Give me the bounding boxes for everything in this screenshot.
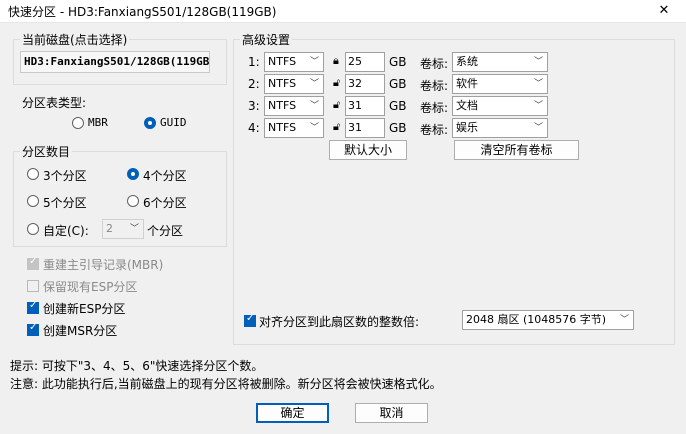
row-3-volume-caption: 卷标: bbox=[420, 101, 449, 115]
align-partitions-checkbox[interactable] bbox=[244, 313, 256, 327]
custom-partitions-label: 自定(C): bbox=[43, 224, 89, 238]
row-1-fs-value: NTFS bbox=[268, 55, 297, 68]
lock-open-icon[interactable]: 🔓︎ bbox=[333, 121, 344, 133]
keep-esp-label: 保留现有ESP分区 bbox=[43, 280, 138, 294]
row-4-fs-value: NTFS bbox=[268, 121, 297, 134]
ok-button[interactable]: 确定 bbox=[256, 403, 329, 423]
row-2-index: 2: bbox=[248, 77, 260, 91]
chevron-down-icon: ﹀ bbox=[533, 123, 543, 133]
warning-text: 注意: 此功能执行后,当前磁盘上的现有分区将被删除。新分区将会被快速格式化。 bbox=[10, 377, 442, 391]
custom-count-select[interactable]: 2 ﹀ bbox=[102, 219, 144, 239]
row-4-unit: GB bbox=[389, 121, 407, 135]
current-disk-legend: 当前磁盘(点击选择) bbox=[22, 33, 128, 47]
chevron-down-icon: ﹀ bbox=[533, 57, 543, 67]
chevron-down-icon: ﹀ bbox=[533, 101, 543, 111]
row-3-size-input[interactable]: 31 bbox=[345, 96, 385, 116]
row-3-volume-select[interactable]: 文档 ﹀ bbox=[452, 96, 548, 116]
guid-radio[interactable] bbox=[144, 117, 156, 129]
radio-4-partitions[interactable] bbox=[127, 168, 139, 180]
row-3-fs-select[interactable]: NTFS ﹀ bbox=[264, 96, 324, 116]
row-4-size-input[interactable]: 31 bbox=[345, 118, 385, 138]
alignment-value: 2048 扇区 (1048576 字节) bbox=[466, 313, 607, 326]
window-title: 快速分区 - HD3:FanxiangS501/128GB(119GB) bbox=[8, 5, 277, 19]
row-3-index: 3: bbox=[248, 99, 260, 113]
row-1-volume-caption: 卷标: bbox=[420, 57, 449, 71]
default-size-button[interactable]: 默认大小 bbox=[329, 140, 407, 160]
row-1-size-input[interactable]: 25 bbox=[345, 52, 385, 72]
row-2-volume-caption: 卷标: bbox=[420, 79, 449, 93]
alignment-select[interactable]: 2048 扇区 (1048576 字节) ﹀ bbox=[462, 310, 634, 330]
chevron-down-icon: ﹀ bbox=[533, 79, 543, 89]
row-1-volume-value: 系统 bbox=[456, 55, 478, 68]
row-1-fs-select[interactable]: NTFS ﹀ bbox=[264, 52, 324, 72]
mbr-radio-label: MBR bbox=[88, 116, 108, 129]
chevron-down-icon: ﹀ bbox=[309, 57, 319, 67]
rebuild-mbr-label: 重建主引导记录(MBR) bbox=[43, 258, 164, 272]
advanced-settings-legend: 高级设置 bbox=[242, 33, 291, 47]
row-4-volume-select[interactable]: 娱乐 ﹀ bbox=[452, 118, 548, 138]
align-partitions-label: 对齐分区到此扇区数的整数倍: bbox=[259, 315, 420, 329]
row-2-volume-value: 软件 bbox=[456, 77, 478, 90]
chevron-down-icon: ﹀ bbox=[309, 79, 319, 89]
guid-radio-label: GUID bbox=[160, 116, 187, 129]
row-1-unit: GB bbox=[389, 55, 407, 69]
row-2-volume-select[interactable]: 软件 ﹀ bbox=[452, 74, 548, 94]
row-1-index: 1: bbox=[248, 55, 260, 69]
clear-volume-labels-button[interactable]: 清空所有卷标 bbox=[454, 140, 579, 160]
partition-count-legend: 分区数目 bbox=[22, 145, 71, 159]
create-esp-checkbox[interactable] bbox=[27, 300, 39, 314]
custom-partitions-suffix: 个分区 bbox=[147, 224, 184, 238]
mbr-radio[interactable] bbox=[72, 117, 84, 129]
chevron-down-icon: ﹀ bbox=[129, 224, 139, 234]
row-3-volume-value: 文档 bbox=[456, 99, 478, 112]
custom-count-value: 2 bbox=[106, 222, 113, 235]
rebuild-mbr-checkbox[interactable] bbox=[27, 256, 39, 270]
row-3-fs-value: NTFS bbox=[268, 99, 297, 112]
radio-3-partitions-label: 3个分区 bbox=[43, 169, 87, 183]
chevron-down-icon: ﹀ bbox=[619, 315, 629, 325]
row-2-fs-value: NTFS bbox=[268, 77, 297, 90]
title-bar: 快速分区 - HD3:FanxiangS501/128GB(119GB) ✕ bbox=[0, 0, 686, 23]
current-disk-selector[interactable]: HD3:FanxiangS501/128GB(119GB) bbox=[20, 51, 210, 73]
row-3-unit: GB bbox=[389, 99, 407, 113]
row-1-volume-select[interactable]: 系统 ﹀ bbox=[452, 52, 548, 72]
row-4-volume-value: 娱乐 bbox=[456, 121, 478, 134]
create-msr-checkbox[interactable] bbox=[27, 322, 39, 336]
keep-esp-checkbox[interactable] bbox=[27, 280, 39, 292]
radio-6-partitions[interactable] bbox=[127, 195, 139, 207]
radio-custom-partitions[interactable] bbox=[27, 223, 39, 235]
lock-closed-icon[interactable]: 🔒︎ bbox=[333, 55, 344, 67]
create-msr-label: 创建MSR分区 bbox=[43, 324, 118, 338]
row-4-volume-caption: 卷标: bbox=[420, 123, 449, 137]
radio-5-partitions-label: 5个分区 bbox=[43, 196, 87, 210]
close-icon[interactable]: ✕ bbox=[642, 0, 686, 22]
lock-open-icon[interactable]: 🔓︎ bbox=[333, 99, 344, 111]
row-4-fs-select[interactable]: NTFS ﹀ bbox=[264, 118, 324, 138]
row-2-unit: GB bbox=[389, 77, 407, 91]
radio-5-partitions[interactable] bbox=[27, 195, 39, 207]
partition-table-label: 分区表类型: bbox=[22, 96, 87, 110]
create-esp-label: 创建新ESP分区 bbox=[43, 302, 126, 316]
lock-open-icon[interactable]: 🔓︎ bbox=[333, 77, 344, 89]
quick-partition-dialog: 快速分区 - HD3:FanxiangS501/128GB(119GB) ✕ 当… bbox=[0, 0, 686, 434]
row-2-size-input[interactable]: 32 bbox=[345, 74, 385, 94]
radio-6-partitions-label: 6个分区 bbox=[143, 196, 187, 210]
radio-3-partitions[interactable] bbox=[27, 168, 39, 180]
tip-text: 提示: 可按下"3、4、5、6"快速选择分区个数。 bbox=[10, 359, 264, 373]
chevron-down-icon: ﹀ bbox=[309, 123, 319, 133]
cancel-button[interactable]: 取消 bbox=[355, 403, 428, 423]
radio-4-partitions-label: 4个分区 bbox=[143, 169, 187, 183]
chevron-down-icon: ﹀ bbox=[309, 101, 319, 111]
row-2-fs-select[interactable]: NTFS ﹀ bbox=[264, 74, 324, 94]
row-4-index: 4: bbox=[248, 121, 260, 135]
